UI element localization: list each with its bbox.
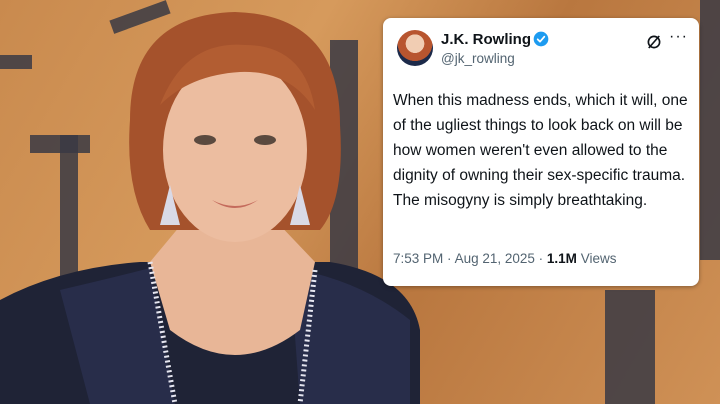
screenshot-stage: J.K. Rowling @jk_rowling ··· When this m… bbox=[0, 0, 720, 404]
user-handle[interactable]: @jk_rowling bbox=[441, 51, 515, 66]
tweet-card: J.K. Rowling @jk_rowling ··· When this m… bbox=[383, 18, 699, 286]
display-name[interactable]: J.K. Rowling bbox=[441, 31, 531, 48]
meta-separator: · bbox=[538, 251, 547, 266]
person-photo bbox=[0, 12, 420, 404]
views-count: 1.1M bbox=[546, 251, 577, 266]
verified-badge-icon bbox=[533, 31, 549, 47]
more-options-button[interactable]: ··· bbox=[669, 28, 688, 46]
tweet-text: When this madness ends, which it will, o… bbox=[393, 92, 688, 209]
tweet-time[interactable]: 7:53 PM bbox=[393, 251, 443, 266]
backdrop-letter bbox=[700, 0, 720, 260]
tweet-date[interactable]: Aug 21, 2025 bbox=[455, 251, 535, 266]
avatar[interactable] bbox=[397, 30, 433, 66]
views-label: Views bbox=[580, 251, 617, 266]
grok-icon[interactable] bbox=[645, 33, 663, 51]
backdrop-letter bbox=[605, 290, 655, 404]
meta-separator: · bbox=[447, 251, 455, 266]
tweet-meta: 7:53 PM · Aug 21, 2025 · 1.1M Views bbox=[393, 251, 616, 266]
